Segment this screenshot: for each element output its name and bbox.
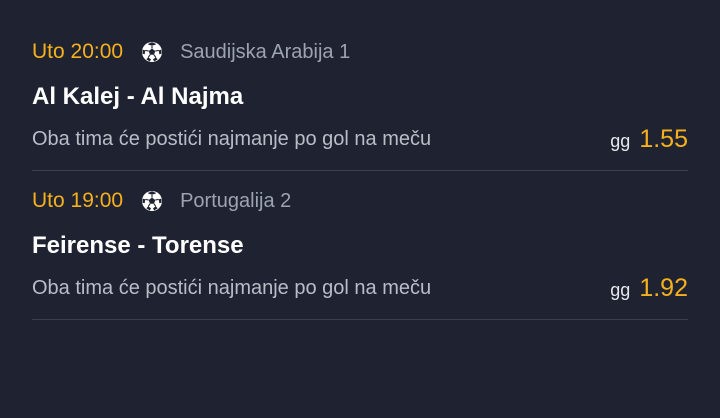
bet-code: gg <box>610 130 631 151</box>
match-item[interactable]: Uto 20:00 Saudijska Arabija 1 Al Kalej -… <box>32 22 688 171</box>
match-meta: Uto 20:00 Saudijska Arabija 1 <box>32 38 350 66</box>
bet-slip-list: Uto 20:00 Saudijska Arabija 1 Al Kalej -… <box>32 22 688 320</box>
odds-group[interactable]: gg 1.55 <box>610 125 688 154</box>
soccer-ball-icon <box>141 41 163 63</box>
bet-description: Oba tima će postići najmanje po gol na m… <box>32 127 432 150</box>
match-teams: Al Kalej - Al Najma <box>32 83 244 110</box>
odds-value: 1.92 <box>639 273 688 302</box>
league-name: Portugalija 2 <box>180 189 292 212</box>
soccer-ball-icon <box>141 190 163 212</box>
bet-row: Oba tima će postići najmanje po gol na m… <box>32 273 688 303</box>
bet-description: Oba tima će postići najmanje po gol na m… <box>32 276 432 299</box>
match-item[interactable]: Uto 19:00 Portugalija 2 Feirense - Toren… <box>32 171 688 320</box>
bet-code: gg <box>610 279 631 300</box>
bet-row: Oba tima će postići najmanje po gol na m… <box>32 124 688 154</box>
match-time: Uto 19:00 <box>32 189 124 212</box>
league-name: Saudijska Arabija 1 <box>180 40 351 63</box>
odds-value: 1.55 <box>639 124 688 153</box>
odds-group[interactable]: gg 1.92 <box>610 274 688 303</box>
match-meta: Uto 19:00 Portugalija 2 <box>32 187 291 215</box>
match-teams: Feirense - Torense <box>32 232 244 259</box>
match-time: Uto 20:00 <box>32 40 124 63</box>
